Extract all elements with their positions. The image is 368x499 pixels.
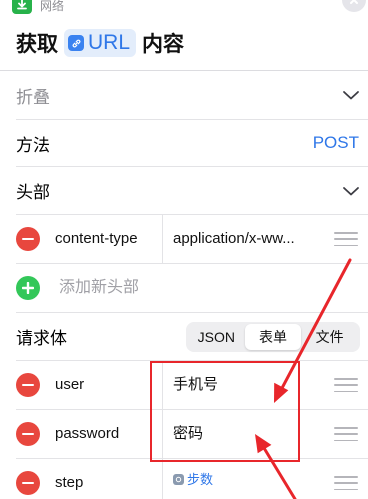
annotation-arrow <box>274 258 352 403</box>
annotation-arrows <box>255 258 352 499</box>
annotation-arrow <box>255 434 297 499</box>
